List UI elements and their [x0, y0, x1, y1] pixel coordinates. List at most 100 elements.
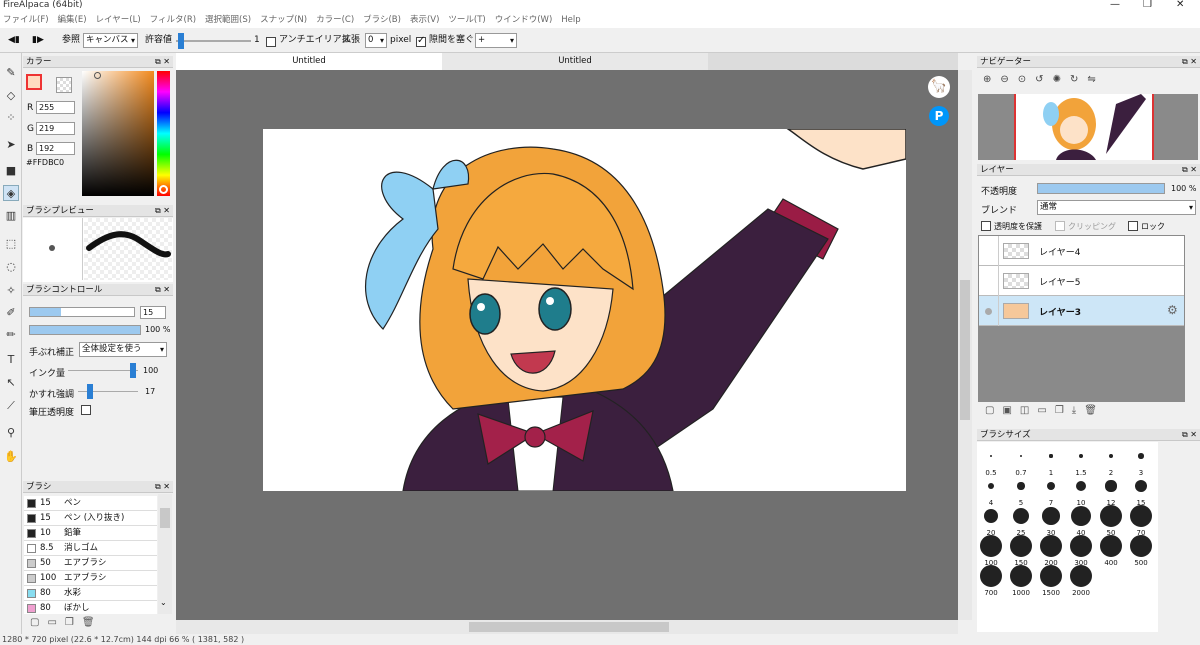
blend-select[interactable]: 通常: [1037, 200, 1196, 215]
delete-layer-icon[interactable]: 🗑: [1084, 405, 1105, 416]
menu-color[interactable]: カラー(C): [316, 12, 354, 28]
move-tool-icon[interactable]: ➤: [3, 137, 19, 153]
duplicate-layer-icon[interactable]: ❐: [1055, 405, 1072, 416]
next-icon[interactable]: ▮▶: [32, 33, 44, 47]
brush-size-dot[interactable]: [1070, 505, 1092, 527]
new-8bit-layer-icon[interactable]: ▣: [1002, 405, 1019, 416]
navigator-viewport[interactable]: [1014, 94, 1154, 160]
rotate-left-icon[interactable]: ↺: [1035, 74, 1052, 85]
brush-size-dot[interactable]: [1108, 453, 1114, 459]
brush-size-dot[interactable]: [1075, 480, 1087, 492]
menu-view[interactable]: 表示(V): [410, 12, 439, 28]
document-canvas[interactable]: [263, 129, 906, 491]
visibility-toggle[interactable]: [979, 266, 999, 296]
fill-gap-select[interactable]: +: [475, 33, 517, 48]
brush-item[interactable]: 80 ぼかし: [24, 601, 157, 614]
brush-size-dot[interactable]: [1079, 454, 1083, 458]
brush-size-dot[interactable]: [1100, 535, 1122, 557]
tolerance-slider[interactable]: [176, 33, 251, 49]
menu-filter[interactable]: フィルタ(R): [150, 12, 196, 28]
horizontal-scrollbar[interactable]: [176, 620, 958, 634]
bucket-tool-icon[interactable]: ◈: [3, 185, 19, 201]
tab-untitled-2[interactable]: Untitled: [442, 53, 708, 70]
r-input[interactable]: 255: [36, 101, 75, 114]
brush-size-bar[interactable]: [29, 307, 135, 317]
zoom-fit-icon[interactable]: ⊙: [1018, 74, 1035, 85]
pressure-opacity-checkbox[interactable]: [81, 405, 91, 415]
foreground-color-swatch[interactable]: [26, 74, 42, 90]
vertical-scroll-thumb[interactable]: [960, 280, 970, 420]
menu-snap[interactable]: スナップ(N): [260, 12, 307, 28]
brush-size-dot[interactable]: [1010, 535, 1032, 557]
divide-tool-icon[interactable]: ⟋: [3, 398, 19, 414]
rotate-right-icon[interactable]: ↻: [1070, 74, 1087, 85]
brush-size-dot[interactable]: [1042, 507, 1060, 525]
brush-size-dot[interactable]: [1130, 535, 1152, 557]
brush-size-dot[interactable]: [1134, 479, 1148, 493]
lock-checkbox[interactable]: [1128, 221, 1138, 231]
background-color-swatch[interactable]: [56, 77, 72, 93]
select-eraser-icon[interactable]: ✏: [3, 327, 19, 343]
menu-tool[interactable]: ツール(T): [448, 12, 485, 28]
panel-controls-icon[interactable]: ⧉ ✕: [155, 481, 170, 493]
protect-alpha-checkbox[interactable]: [981, 221, 991, 231]
brush-size-dot[interactable]: [1019, 454, 1023, 458]
panel-controls-icon[interactable]: ⧉ ✕: [155, 284, 170, 296]
brush-opacity-bar[interactable]: [29, 325, 141, 335]
fill-gap-checkbox[interactable]: [416, 35, 426, 47]
brush-size-dot[interactable]: [980, 535, 1002, 557]
layer-row[interactable]: レイヤー4: [979, 236, 1184, 266]
rect-select-icon[interactable]: ⬚: [3, 236, 19, 252]
brush-item[interactable]: 50 エアブラシ: [24, 556, 157, 571]
menu-help[interactable]: Help: [561, 12, 580, 28]
brush-size-dot[interactable]: [1013, 508, 1029, 524]
brush-size-dot[interactable]: [1100, 505, 1122, 527]
brush-size-dot[interactable]: [1010, 565, 1032, 587]
prev-icon[interactable]: ◀▮: [8, 33, 20, 47]
gradient-tool-icon[interactable]: ▥: [3, 208, 19, 224]
canvas-area[interactable]: 🦙 P: [176, 70, 958, 620]
alpaca-icon[interactable]: 🦙: [928, 76, 950, 98]
brush-size-dot[interactable]: [1070, 565, 1092, 587]
operation-tool-icon[interactable]: ↖: [3, 375, 19, 391]
ink-slider[interactable]: [68, 370, 138, 371]
zoom-in-icon[interactable]: ⊕: [983, 74, 1000, 85]
tab-untitled-1[interactable]: Untitled: [176, 53, 442, 70]
layer-row[interactable]: レイヤー5: [979, 266, 1184, 296]
scroll-down-icon[interactable]: ⌄: [160, 598, 167, 607]
brush-size-dot[interactable]: [989, 454, 993, 458]
brush-list-scrollbar[interactable]: ⌄: [158, 494, 172, 614]
stabilizer-select[interactable]: 全体設定を使う: [79, 342, 167, 357]
select-pen-icon[interactable]: ✐: [3, 305, 19, 321]
panel-controls-icon[interactable]: ⧉ ✕: [1182, 429, 1197, 441]
panel-controls-icon[interactable]: ⧉ ✕: [155, 205, 170, 217]
delete-brush-icon[interactable]: 🗑: [82, 617, 103, 628]
saturation-value-picker[interactable]: [82, 71, 154, 196]
antialias-checkbox[interactable]: [266, 37, 276, 47]
g-input[interactable]: 219: [36, 122, 75, 135]
new-layer-icon[interactable]: ▢: [985, 405, 1002, 416]
menu-select[interactable]: 選択範囲(S): [205, 12, 251, 28]
visibility-toggle[interactable]: [979, 296, 999, 326]
horizontal-scroll-thumb[interactable]: [469, 622, 669, 632]
hand-tool-icon[interactable]: ✋: [3, 449, 19, 465]
pixiv-icon[interactable]: P: [929, 106, 949, 126]
brush-item[interactable]: 100 エアブラシ: [24, 571, 157, 586]
folder-icon[interactable]: ▭: [47, 617, 64, 628]
vertical-scrollbar[interactable]: [958, 70, 972, 620]
ink-slider-handle[interactable]: [130, 363, 136, 378]
scatter-slider-handle[interactable]: [87, 384, 93, 399]
close-button[interactable]: ✕: [1176, 0, 1184, 10]
clipping-checkbox[interactable]: [1055, 221, 1065, 231]
hue-slider[interactable]: [157, 71, 170, 196]
panel-controls-icon[interactable]: ⧉ ✕: [1182, 164, 1197, 176]
merge-down-icon[interactable]: ⤓: [1072, 405, 1084, 416]
zoom-out-icon[interactable]: ⊖: [1000, 74, 1017, 85]
brush-list-scroll-thumb[interactable]: [160, 508, 170, 528]
layer-opacity-bar[interactable]: [1037, 183, 1165, 194]
maximize-button[interactable]: ❐: [1143, 0, 1152, 10]
menu-file[interactable]: ファイル(F): [3, 12, 49, 28]
brush-size-dot[interactable]: [1130, 505, 1152, 527]
visibility-toggle[interactable]: [979, 236, 999, 266]
brush-item[interactable]: 80 水彩: [24, 586, 157, 601]
